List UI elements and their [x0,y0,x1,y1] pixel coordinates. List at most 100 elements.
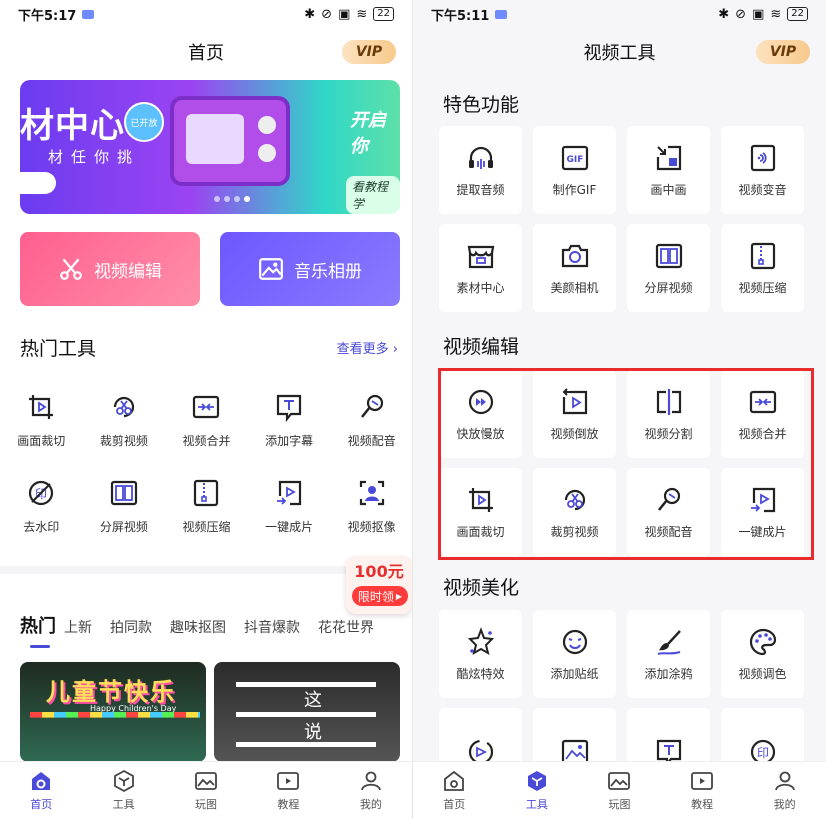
tool-label: 添加字幕 [265,434,314,448]
tool-crop[interactable]: 画面裁切 [0,392,83,478]
tool-beauty-camera[interactable]: 美颜相机 [533,224,616,312]
video-edit-label: 视频编辑 [94,261,162,282]
nav-tutorial[interactable]: 教程 [247,762,329,819]
nav-tools[interactable]: 工具 [496,762,579,819]
wifi-icon: ≋ [356,6,368,22]
picture-icon [195,772,217,790]
camera-icon [561,244,588,267]
tv-knob [258,144,276,162]
nav-tools[interactable]: 工具 [82,762,164,819]
home-icon [32,772,51,790]
template-subtitle: Happy Children's Day [90,704,177,713]
wifi-icon: ≋ [770,6,782,22]
nav-label: 教程 [691,798,714,811]
tool-material-center[interactable]: 素材中心 [439,224,522,312]
tool-voice-change[interactable]: 视频变音 [721,126,804,214]
tab-douyin-hits[interactable]: 抖音爆款 [244,617,300,637]
tool-compress[interactable]: 视频压缩 [165,478,248,564]
tool-merge[interactable]: 视频合并 [165,392,248,478]
tool-audio-extract[interactable]: 提取音频 [439,126,522,214]
tab-hot[interactable]: 热门 [20,612,56,648]
pip-icon [656,145,681,170]
banner-button[interactable] [20,172,56,194]
tool-doodle[interactable]: 添加涂鸦 [627,610,710,698]
pagination-dot-active [244,196,250,202]
tool-label: 素材中心 [456,280,505,295]
page-title: 视频工具 [583,43,656,64]
banner-pagination [214,196,250,202]
section-title-video-edit: 视频编辑 [443,336,520,358]
mute-icon: ⊘ [321,6,333,22]
video-edit-button[interactable]: 视频编辑 [20,232,200,306]
tool-matting[interactable]: 视频抠像 [330,478,412,564]
gif-icon: GIF [561,145,588,170]
nav-label: 工具 [525,798,548,811]
tool-cut-video[interactable]: 裁剪视频 [83,392,166,478]
tool-one-click[interactable]: 一键成片 [248,478,331,564]
tab-flower-world[interactable]: 花花世界 [318,617,374,637]
nav-tutorial[interactable]: 教程 [661,762,744,819]
nav-play-picture[interactable]: 玩图 [578,762,661,819]
tool-compress[interactable]: 视频压缩 [721,224,804,312]
watermark-icon: 印 [29,480,54,506]
bottom-nav: 首页 工具 玩图 教程 我的 [0,761,412,819]
template-card[interactable]: 这 说 [214,662,400,762]
nav-label: 教程 [277,798,300,811]
split-screen-icon [655,243,682,268]
tool-effects[interactable]: 酷炫特效 [439,610,522,698]
promo-banner[interactable]: 材中心 已开放 材任你挑 开启你 看教程学 [20,80,400,214]
sticker-icon [562,629,587,654]
status-bar: 下午5:11 ✱ ⊘ ▣ ≋ 22 [413,0,826,28]
nav-profile[interactable]: 我的 [743,762,826,819]
tool-label: 提取音频 [456,182,505,197]
nav-label: 玩图 [195,798,218,811]
nav-home[interactable]: 首页 [413,762,496,819]
compress-icon [750,242,775,269]
hot-tools-grid: 画面裁切 裁剪视频 视频合并 添加字幕 视频配音 印 去水印 [0,392,412,564]
scissors-icon [60,258,82,280]
bluetooth-icon: ✱ [718,6,730,22]
tab-fun-matting[interactable]: 趣味抠图 [170,617,226,637]
tool-split-screen[interactable]: 分屏视频 [83,478,166,564]
music-album-button[interactable]: 音乐相册 [220,232,400,306]
see-more-link[interactable]: 查看更多 › [337,338,398,357]
tab-same-style[interactable]: 拍同款 [110,617,152,637]
mute-icon: ⊘ [735,6,747,22]
vip-button[interactable]: VIP [756,40,810,64]
battery-icon: 22 [373,7,394,21]
merge-icon [193,395,220,419]
tool-gif[interactable]: GIF 制作GIF [533,126,616,214]
tool-label: 添加贴纸 [550,666,599,681]
tool-label: 画面裁切 [17,434,66,448]
nav-home[interactable]: 首页 [0,762,82,819]
tab-new[interactable]: 上新 [64,617,92,637]
tool-dub[interactable]: 视频配音 [330,392,412,478]
section-title-video-beautify: 视频美化 [443,577,520,599]
tool-label: 一键成片 [265,520,314,534]
tool-pip[interactable]: 画中画 [627,126,710,214]
tool-watermark[interactable]: 印 去水印 [0,478,83,564]
tool-sticker[interactable]: 添加贴纸 [533,610,616,698]
coupon-claim-button[interactable]: 限时领 ▶ [352,586,408,606]
coupon-float[interactable]: 100元 限时领 ▶ [346,556,412,614]
image-icon [259,258,283,280]
nav-play-picture[interactable]: 玩图 [165,762,247,819]
tool-split-screen[interactable]: 分屏视频 [627,224,710,312]
banner-title-2: 开启你 [350,110,386,157]
top-bar: 首页 VIP [0,30,412,74]
tool-color-grade[interactable]: 视频调色 [721,610,804,698]
template-text: 这 [304,690,322,711]
nav-profile[interactable]: 我的 [330,762,412,819]
compress-icon [194,479,219,507]
voice-change-icon [750,144,775,171]
pagination-dot [224,196,230,202]
vip-button[interactable]: VIP [342,40,396,64]
tool-label: 视频配音 [347,434,396,448]
tool-label: 分屏视频 [644,280,693,295]
text-bar [236,712,376,717]
tool-subtitle[interactable]: 添加字幕 [248,392,331,478]
tool-label: 视频合并 [182,434,231,448]
tool-label: 视频抠像 [347,520,396,534]
home-screen: 下午5:17 ✱ ⊘ ▣ ≋ 22 首页 VIP 材中心 已开放 材任你挑 开启… [0,0,413,819]
template-card[interactable]: 儿童节快乐 Happy Children's Day [20,662,206,762]
